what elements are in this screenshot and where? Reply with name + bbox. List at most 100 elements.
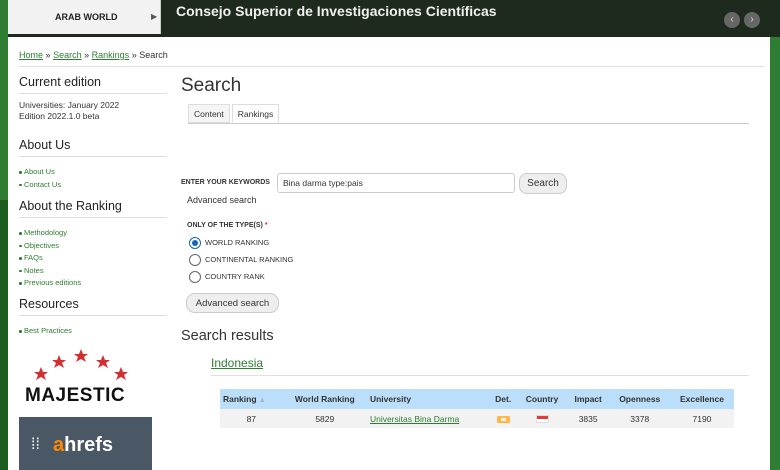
sidebar-about-us: About Us About Us Contact Us — [19, 138, 167, 191]
sidebar-link-contact-us[interactable]: Contact Us — [19, 179, 167, 192]
country-divider — [211, 375, 749, 376]
slider-next-button[interactable]: › — [744, 12, 760, 28]
majestic-logo[interactable]: MAJESTIC — [19, 347, 149, 412]
required-marker: * — [264, 222, 268, 229]
page-title: Search — [181, 75, 242, 96]
ahrefs-mark-icon: ⁞⁞ — [31, 436, 40, 453]
sidebar-link-objectives[interactable]: Objectives — [19, 240, 167, 253]
sidebar-link-notes[interactable]: Notes — [19, 265, 167, 278]
sidebar-link-previous-editions[interactable]: Previous editions — [19, 277, 167, 290]
cell-openness: 3378 — [609, 409, 670, 428]
advanced-search-link[interactable]: Advanced search — [187, 195, 257, 205]
sidebar-section-title: About Us — [19, 138, 167, 157]
nav-tab-arab-world[interactable]: ARAB WORLD ▶ — [8, 0, 161, 34]
sidebar-current-edition: Current edition Universities: January 20… — [19, 75, 167, 122]
breadcrumb-separator: » — [131, 50, 137, 60]
results-title: Search results — [181, 328, 274, 344]
cell-ranking: 87 — [220, 409, 283, 428]
breadcrumb-separator: » — [84, 50, 90, 60]
type-filter-label: ONLY OF THE TYPE(S) * — [187, 222, 268, 229]
university-link[interactable]: Universitas Bina Darma — [370, 414, 459, 424]
sidebar-list: Best Practices — [19, 325, 167, 338]
radio-button[interactable] — [189, 271, 201, 284]
majestic-wordmark: MAJESTIC — [25, 385, 126, 406]
edition-version: Edition 2022.1.0 beta — [19, 111, 100, 121]
column-header-openness: Openness — [609, 389, 670, 409]
advanced-search-button[interactable]: Advanced search — [186, 293, 279, 313]
breadcrumb-separator: » — [45, 50, 51, 60]
indonesia-flag-icon — [535, 415, 549, 424]
cell-excellence: 7190 — [669, 409, 734, 428]
keywords-input[interactable] — [277, 173, 515, 193]
radio-label: CONTINENTAL RANKING — [205, 255, 294, 264]
site-header: ARAB WORLD ▶ Consejo Superior de Investi… — [8, 0, 780, 37]
breadcrumb: Home » Search » Rankings » Search — [19, 50, 168, 60]
column-header-label: Ranking — [223, 394, 257, 404]
sidebar-about-ranking: About the Ranking Methodology Objectives… — [19, 199, 167, 290]
sidebar-list: About Us Contact Us — [19, 166, 167, 191]
table-header-row: Ranking ▲ World Ranking University Det. … — [220, 389, 734, 409]
breadcrumb-divider — [19, 66, 764, 67]
column-header-world-ranking: World Ranking — [282, 389, 367, 409]
breadcrumb-search-link[interactable]: Search — [53, 50, 82, 60]
nav-tab-label: ARAB WORLD — [55, 12, 118, 22]
cell-country — [517, 409, 567, 428]
cell-world-ranking: 5829 — [282, 409, 367, 428]
sidebar-section-title: About the Ranking — [19, 199, 167, 218]
chevron-right-icon: › — [750, 14, 754, 25]
radio-continental-ranking[interactable]: CONTINENTAL RANKING — [189, 253, 293, 267]
radio-label: WORLD RANKING — [205, 238, 270, 247]
column-header-university: University — [366, 389, 490, 409]
column-header-impact: Impact — [566, 389, 610, 409]
cell-det — [489, 409, 518, 428]
column-header-ranking[interactable]: Ranking ▲ — [220, 389, 283, 409]
ahrefs-wordmark-rest: hrefs — [64, 434, 114, 456]
ahrefs-wordmark: ahrefs — [53, 434, 113, 457]
breadcrumb-current: Search — [139, 50, 168, 60]
slider-prev-button[interactable]: ‹ — [724, 12, 740, 28]
radio-button[interactable] — [189, 254, 201, 267]
left-edge-bar — [0, 0, 8, 470]
type-filter-label-text: ONLY OF THE TYPE(S) — [187, 222, 263, 229]
edition-info: Universities: January 2022 Edition 2022.… — [19, 100, 167, 122]
ahrefs-logo[interactable]: ⁞⁞ ahrefs — [19, 417, 152, 470]
right-edge-bar — [770, 37, 780, 470]
radio-country-rank[interactable]: COUNTRY RANK — [189, 270, 265, 284]
sidebar-link-about-us[interactable]: About Us — [19, 166, 167, 179]
radio-world-ranking[interactable]: WORLD RANKING — [189, 236, 269, 250]
tab-rankings[interactable]: Rankings — [231, 104, 280, 123]
sidebar-link-faqs[interactable]: FAQs — [19, 252, 167, 265]
column-header-excellence: Excellence — [669, 389, 734, 409]
column-header-country: Country — [517, 389, 567, 409]
sidebar-section-title: Current edition — [19, 75, 167, 94]
results-table: Ranking ▲ World Ranking University Det. … — [220, 389, 734, 428]
table-row: 87 5829 Universitas Bina Darma 3835 3378… — [220, 409, 734, 428]
majestic-stars-icon — [34, 349, 128, 380]
cell-university: Universitas Bina Darma — [366, 409, 490, 428]
sidebar-resources: Resources Best Practices — [19, 297, 167, 338]
cell-impact: 3835 — [566, 409, 610, 428]
radio-label: COUNTRY RANK — [205, 272, 265, 281]
page-content: Home » Search » Rankings » Search Curren… — [8, 37, 770, 470]
sidebar-link-best-practices[interactable]: Best Practices — [19, 325, 167, 338]
ahrefs-wordmark-a: a — [53, 434, 65, 456]
sidebar-section-title: Resources — [19, 297, 167, 316]
main-content: Search Content Rankings ENTER YOUR KEYWOR… — [181, 75, 749, 428]
chevron-left-icon: ‹ — [730, 14, 734, 25]
column-header-det: Det. — [489, 389, 518, 409]
chevron-right-icon: ▶ — [151, 12, 158, 21]
details-icon[interactable] — [496, 415, 510, 423]
radio-button[interactable] — [189, 237, 201, 250]
search-button[interactable]: Search — [519, 173, 567, 194]
country-heading-link[interactable]: Indonesia — [211, 356, 263, 370]
tab-content[interactable]: Content — [188, 104, 230, 123]
breadcrumb-rankings-link[interactable]: Rankings — [92, 50, 130, 60]
breadcrumb-home-link[interactable]: Home — [19, 50, 43, 60]
sidebar-link-methodology[interactable]: Methodology — [19, 227, 167, 240]
browser-frame: ARAB WORLD ▶ Consejo Superior de Investi… — [0, 0, 780, 470]
edition-universities: Universities: January 2022 — [19, 100, 120, 110]
search-tabs: Content Rankings — [188, 104, 281, 124]
sidebar-list: Methodology Objectives FAQs Notes Previo… — [19, 227, 167, 290]
sort-icon: ▲ — [258, 397, 266, 404]
tabs-divider — [188, 123, 749, 124]
